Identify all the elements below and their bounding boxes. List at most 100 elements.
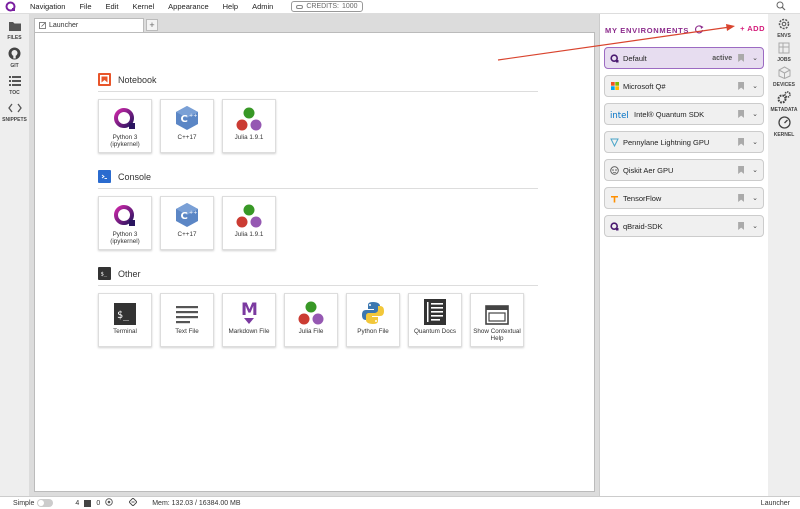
card-notebook-python3[interactable]: Python 3 (ipykernel) xyxy=(98,99,152,153)
svg-text:$_: $_ xyxy=(117,310,130,321)
launcher-panel: Notebook Console $_ Other Python 3 (ipyk… xyxy=(34,32,595,492)
card-contextual-help[interactable]: Show Contextual Help xyxy=(470,293,524,347)
env-qbraid-sdk[interactable]: qBraid-SDK ⌄ xyxy=(604,215,764,237)
chevron-down-icon[interactable]: ⌄ xyxy=(752,166,758,174)
card-console-julia[interactable]: Julia 1.9.1 xyxy=(222,196,276,250)
markdown-icon: M xyxy=(241,300,258,324)
menu-admin[interactable]: Admin xyxy=(252,2,273,11)
card-label: Markdown File xyxy=(228,328,270,335)
chevron-down-icon[interactable]: ⌄ xyxy=(752,138,758,146)
card-label: C++17 xyxy=(177,231,197,238)
env-name: Qiskit Aer GPU xyxy=(623,165,674,175)
qiskit-icon xyxy=(610,165,619,175)
terminal-icon: $_ xyxy=(114,303,136,325)
menu-kernel[interactable]: Kernel xyxy=(132,2,154,11)
tensorflow-icon xyxy=(610,194,619,203)
git-branch-icon[interactable] xyxy=(128,497,138,508)
intel-icon: intel xyxy=(610,110,630,119)
svg-text:C: C xyxy=(181,211,188,222)
svg-text:$_: $_ xyxy=(101,272,108,278)
qbraid-logo-icon[interactable] xyxy=(4,1,16,13)
sidebar-item-label: DEVICES xyxy=(773,82,795,88)
chevron-down-icon[interactable]: ⌄ xyxy=(752,194,758,202)
status-bar: Simple 4 0 Mem: 132.03 / 16384.00 MB Lau… xyxy=(0,496,800,509)
chevron-down-icon[interactable]: ⌄ xyxy=(752,110,758,118)
env-name: Microsoft Q# xyxy=(623,81,666,91)
environments-header: MY ENVIRONMENTS + ADD xyxy=(605,24,765,36)
env-pennylane-lightning-gpu[interactable]: Pennylane Lightning GPU ⌄ xyxy=(604,131,764,153)
simple-mode-toggle[interactable] xyxy=(37,499,54,507)
bookmark-icon[interactable] xyxy=(738,138,745,146)
card-notebook-cpp[interactable]: C ++ C++17 xyxy=(160,99,214,153)
environments-title: MY ENVIRONMENTS xyxy=(605,25,690,35)
card-python-file[interactable]: Python File xyxy=(346,293,400,347)
gear-icon xyxy=(778,18,790,30)
sidebar-item-kernel[interactable]: KERNEL xyxy=(768,116,800,138)
bookmark-icon[interactable] xyxy=(738,110,745,118)
tab-launcher[interactable]: Launcher xyxy=(34,18,144,32)
card-label: Quantum Docs xyxy=(414,328,456,335)
env-microsoft-qsharp[interactable]: Microsoft Q# ⌄ xyxy=(604,75,764,97)
bookmark-icon[interactable] xyxy=(738,222,745,230)
bookmark-icon xyxy=(98,73,111,86)
main-area: Launcher + Notebook Console $_ Other Pyt… xyxy=(29,14,599,496)
card-console-cpp[interactable]: C ++ C++17 xyxy=(160,196,214,250)
add-environment-button[interactable]: + ADD xyxy=(740,24,765,33)
sidebar-item-metadata[interactable]: METADATA xyxy=(768,91,800,113)
search-icon[interactable] xyxy=(776,1,786,13)
kernel-count[interactable]: 0 xyxy=(96,500,100,507)
env-name: Pennylane Lightning GPU xyxy=(623,137,710,147)
sidebar-item-snippets[interactable]: SNIPPETS xyxy=(0,102,29,123)
card-quantum-docs[interactable]: Quantum Docs xyxy=(408,293,462,347)
env-default[interactable]: Default active ⌄ xyxy=(604,47,764,69)
sidebar-item-devices[interactable]: DEVICES xyxy=(768,66,800,88)
chevron-down-icon[interactable]: ⌄ xyxy=(752,82,758,90)
card-julia-file[interactable]: Julia File xyxy=(284,293,338,347)
sidebar-item-files[interactable]: FILES xyxy=(0,20,29,41)
sidebar-item-label: SNIPPETS xyxy=(2,117,27,123)
card-notebook-julia[interactable]: Julia 1.9.1 xyxy=(222,99,276,153)
menu-appearance[interactable]: Appearance xyxy=(168,2,208,11)
svg-text:++: ++ xyxy=(189,210,197,216)
jobs-icon xyxy=(778,42,790,54)
sidebar-item-label: ENVS xyxy=(777,33,791,39)
launcher-tab-icon xyxy=(39,22,46,29)
sidebar-item-label: JOBS xyxy=(777,57,791,63)
sidebar-item-envs[interactable]: ENVS xyxy=(768,18,800,39)
refresh-icon[interactable] xyxy=(694,24,704,36)
menu-navigation[interactable]: Navigation xyxy=(30,2,65,11)
sidebar-item-git[interactable]: GIT xyxy=(0,47,29,69)
new-tab-button[interactable]: + xyxy=(146,19,158,31)
chevron-down-icon[interactable]: ⌄ xyxy=(752,54,758,62)
chevron-down-icon[interactable]: ⌄ xyxy=(752,222,758,230)
right-sidebar: ENVS JOBS DEVICES METADATA KERNEL xyxy=(768,14,800,496)
sidebar-item-label: FILES xyxy=(7,35,22,41)
menu-edit[interactable]: Edit xyxy=(106,2,119,11)
bookmark-icon[interactable] xyxy=(738,82,745,90)
menu-help[interactable]: Help xyxy=(223,2,238,11)
menu-file[interactable]: File xyxy=(79,2,91,11)
help-window-icon xyxy=(485,305,509,325)
env-name: TensorFlow xyxy=(623,193,662,203)
section-divider xyxy=(98,188,538,189)
svg-text:C: C xyxy=(181,114,188,125)
svg-text:++: ++ xyxy=(189,113,197,119)
env-tensorflow[interactable]: TensorFlow ⌄ xyxy=(604,187,764,209)
cpp-icon: C ++ xyxy=(176,203,198,227)
card-markdown-file[interactable]: M Markdown File xyxy=(222,293,276,347)
qbraid-python-icon xyxy=(114,108,135,129)
terminal-count[interactable]: 4 xyxy=(75,500,79,507)
sidebar-item-jobs[interactable]: JOBS xyxy=(768,42,800,63)
qbraid-icon xyxy=(610,53,619,63)
folder-icon xyxy=(8,22,21,31)
bookmark-icon[interactable] xyxy=(738,54,745,62)
card-terminal[interactable]: $_ Terminal xyxy=(98,293,152,347)
credits-badge[interactable]: CREDITS: 1000 xyxy=(291,1,363,12)
bookmark-icon[interactable] xyxy=(738,166,745,174)
card-console-python3[interactable]: Python 3 (ipykernel) xyxy=(98,196,152,250)
card-text-file[interactable]: Text File xyxy=(160,293,214,347)
env-intel-quantum-sdk[interactable]: intel Intel® Quantum SDK ⌄ xyxy=(604,103,764,125)
bookmark-icon[interactable] xyxy=(738,194,745,202)
env-qiskit-aer-gpu[interactable]: Qiskit Aer GPU ⌄ xyxy=(604,159,764,181)
sidebar-item-toc[interactable]: TOC xyxy=(0,75,29,96)
